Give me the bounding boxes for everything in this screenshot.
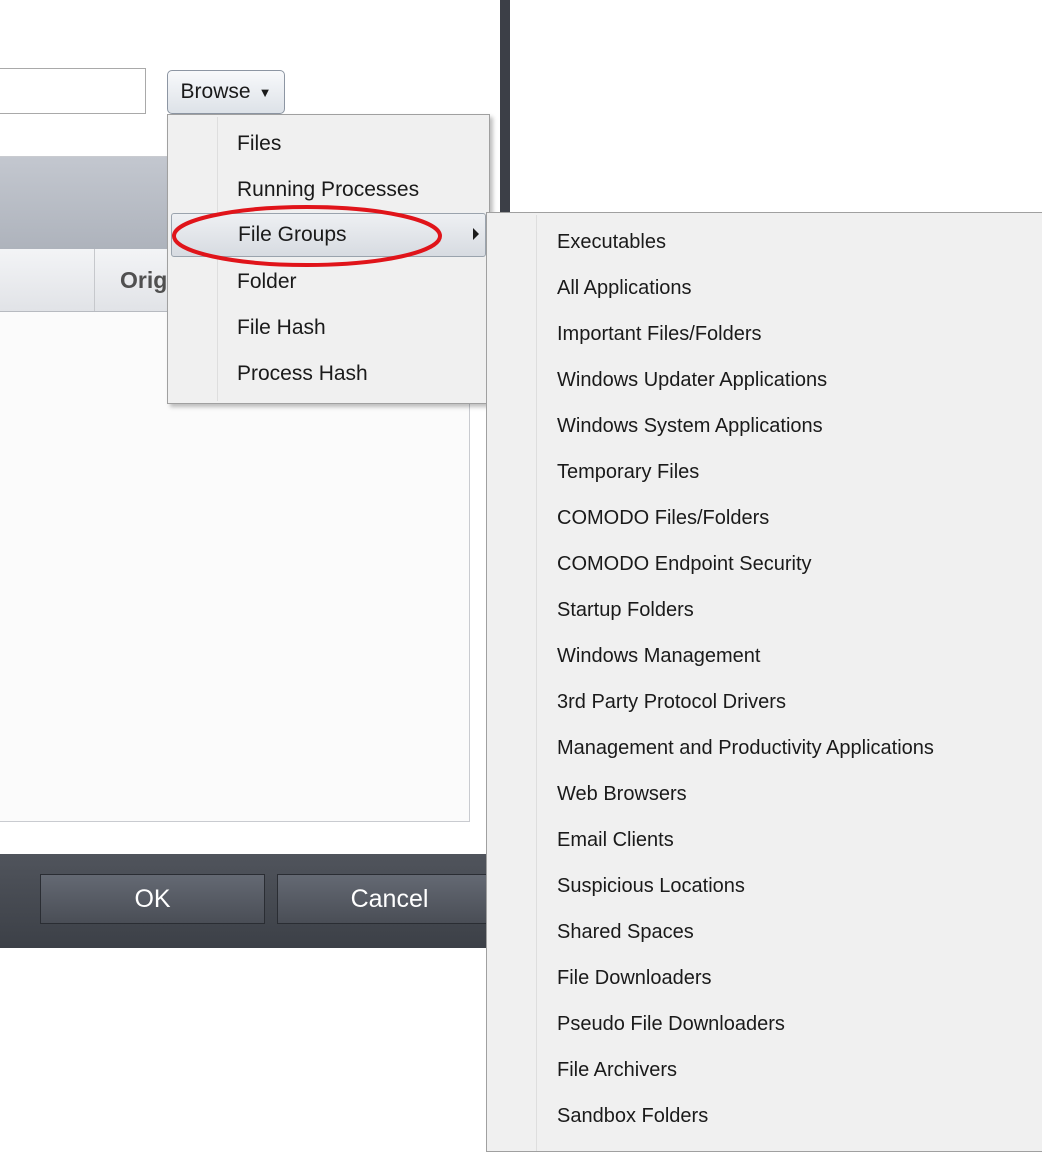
menu-item-comodo-endpoint-security[interactable]: COMODO Endpoint Security <box>557 553 812 583</box>
menu-item-label: Running Processes <box>237 178 420 201</box>
window-divider <box>500 0 510 212</box>
menu-item-startup-folders[interactable]: Startup Folders <box>557 599 694 629</box>
column-header-orig[interactable]: Orig <box>120 249 167 311</box>
menu-item-pseudo-file-downloaders[interactable]: Pseudo File Downloaders <box>557 1013 785 1043</box>
menu-gutter <box>536 215 537 1151</box>
browse-button[interactable]: Browse ▼ <box>167 70 285 114</box>
menu-item-shared-spaces[interactable]: Shared Spaces <box>557 921 694 951</box>
path-input[interactable] <box>0 68 146 114</box>
menu-item-important-files-folders[interactable]: Important Files/Folders <box>557 323 762 353</box>
menu-item-all-applications[interactable]: All Applications <box>557 277 692 307</box>
menu-item-files[interactable]: Files <box>171 123 486 167</box>
chevron-right-icon <box>473 228 479 240</box>
menu-item-temporary-files[interactable]: Temporary Files <box>557 461 699 491</box>
menu-item-process-hash[interactable]: Process Hash <box>171 353 486 397</box>
menu-item-windows-system-applications[interactable]: Windows System Applications <box>557 415 823 445</box>
menu-item-windows-updater-applications[interactable]: Windows Updater Applications <box>557 369 827 399</box>
browse-button-label: Browse <box>180 80 251 103</box>
menu-item-comodo-files-folders[interactable]: COMODO Files/Folders <box>557 507 769 537</box>
cancel-button[interactable]: Cancel <box>277 874 502 924</box>
menu-item-label: Process Hash <box>237 362 368 385</box>
menu-item-web-browsers[interactable]: Web Browsers <box>557 783 687 813</box>
menu-item-label: File Hash <box>237 316 326 339</box>
column-divider[interactable] <box>94 249 95 311</box>
chevron-down-icon: ▼ <box>258 84 272 100</box>
menu-item-file-archivers[interactable]: File Archivers <box>557 1059 677 1089</box>
highlight-ellipse <box>172 205 442 267</box>
menu-item-file-downloaders[interactable]: File Downloaders <box>557 967 712 997</box>
menu-item-executables[interactable]: Executables <box>557 231 666 261</box>
menu-item-label: Folder <box>237 270 297 293</box>
menu-item-email-clients[interactable]: Email Clients <box>557 829 674 859</box>
menu-item-suspicious-locations[interactable]: Suspicious Locations <box>557 875 745 905</box>
menu-item-management-productivity-applications[interactable]: Management and Productivity Applications <box>557 737 934 767</box>
menu-item-sandbox-folders[interactable]: Sandbox Folders <box>557 1105 708 1135</box>
menu-item-3rd-party-protocol-drivers[interactable]: 3rd Party Protocol Drivers <box>557 691 786 721</box>
menu-item-label: Files <box>237 132 282 155</box>
menu-item-windows-management[interactable]: Windows Management <box>557 645 760 675</box>
menu-item-file-hash[interactable]: File Hash <box>171 307 486 351</box>
file-groups-submenu: Executables All Applications Important F… <box>486 212 1042 1152</box>
ok-button[interactable]: OK <box>40 874 265 924</box>
